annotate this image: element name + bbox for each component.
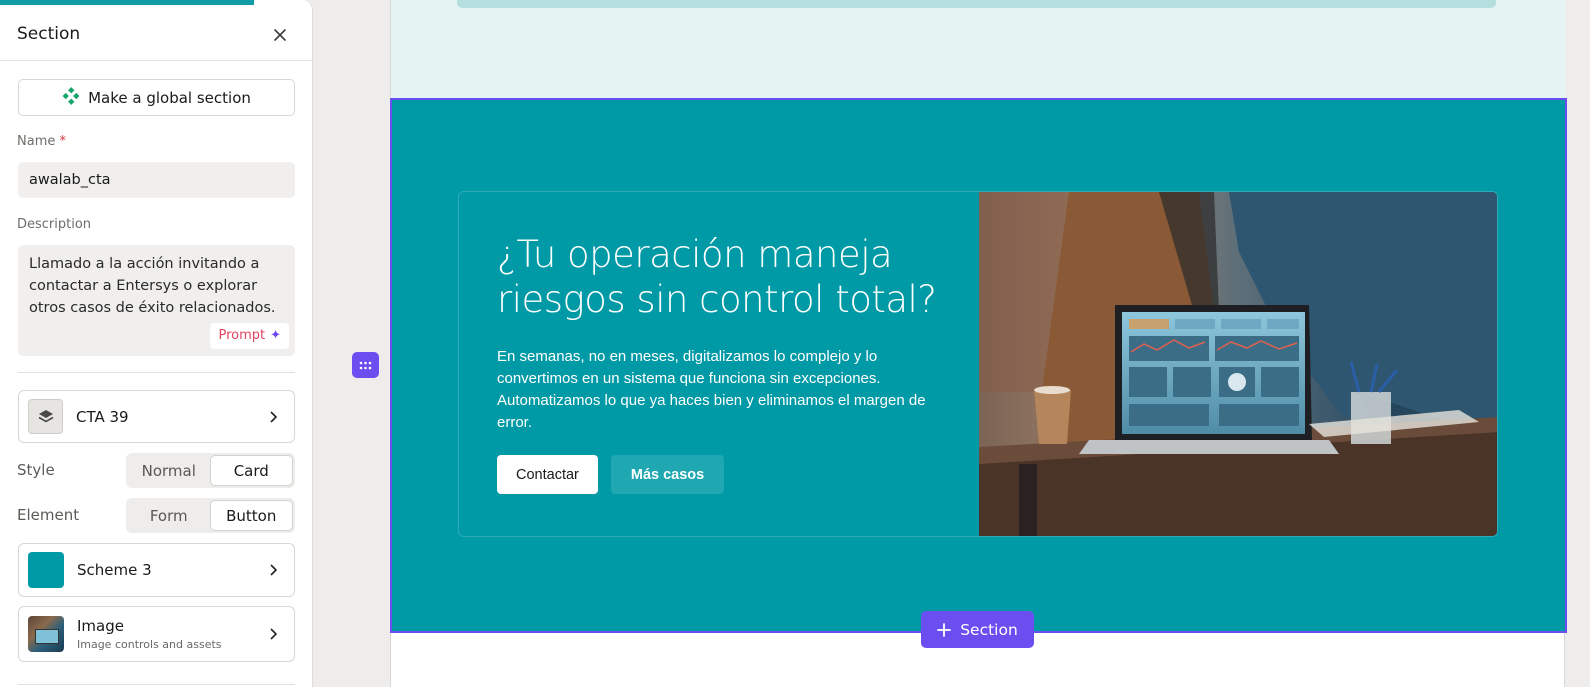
color-scheme-selector[interactable]: Scheme 3: [18, 543, 295, 597]
chevron-right-icon: [270, 628, 278, 640]
description-text: Llamado a la acción invitando a contacta…: [29, 256, 276, 316]
name-label-text: Name: [17, 134, 56, 149]
chevron-right-icon: [270, 564, 278, 576]
element-option-form[interactable]: Form: [128, 500, 210, 531]
template-selector[interactable]: CTA 39: [18, 390, 295, 443]
layers-icon: [28, 399, 63, 434]
scheme-color-swatch: [28, 552, 64, 588]
cta-image: [979, 192, 1497, 536]
cta-heading: ¿Tu operación maneja riesgos sin control…: [497, 232, 957, 322]
page-canvas: ¿Tu operación maneja riesgos sin control…: [390, 0, 1567, 687]
plus-icon: [937, 622, 952, 637]
image-row-text: Image Image controls and assets: [77, 617, 222, 651]
panel-title: Section: [17, 24, 81, 44]
section-settings-panel: Section Make a global section Name * awa…: [0, 0, 313, 687]
add-section-button[interactable]: Section: [921, 611, 1034, 648]
style-label: Style: [17, 461, 55, 479]
previous-section-block: [457, 0, 1496, 8]
image-thumbnail: [28, 616, 64, 652]
drag-handle-icon[interactable]: [352, 352, 379, 378]
cta-text-block: ¿Tu operación maneja riesgos sin control…: [497, 232, 957, 434]
scheme-name: Scheme 3: [77, 561, 152, 579]
cta-card: ¿Tu operación maneja riesgos sin control…: [458, 191, 1498, 537]
make-global-section-button[interactable]: Make a global section: [18, 79, 295, 116]
close-icon[interactable]: [270, 25, 290, 45]
name-field-label: Name *: [17, 134, 66, 149]
prompt-button[interactable]: Prompt ✦: [210, 323, 289, 349]
panel-divider-bottom: [18, 684, 295, 685]
cta-heading-line-1: ¿Tu operación maneja: [497, 233, 893, 276]
image-sublabel: Image controls and assets: [77, 638, 222, 651]
mas-casos-button[interactable]: Más casos: [610, 455, 725, 494]
office-laptop-photo: [979, 192, 1497, 536]
panel-divider: [18, 372, 295, 373]
cta-body-text: En semanas, no en meses, digitalizamos l…: [497, 348, 926, 431]
selected-cta-section[interactable]: ¿Tu operación maneja riesgos sin control…: [390, 98, 1567, 633]
element-label: Element: [17, 506, 80, 524]
element-toggle: Form Button: [126, 498, 295, 533]
image-settings-selector[interactable]: Image Image controls and assets: [18, 606, 295, 662]
previous-section[interactable]: [391, 0, 1566, 99]
template-name: CTA 39: [76, 407, 129, 426]
global-components-icon: [62, 86, 80, 109]
element-option-button[interactable]: Button: [209, 500, 293, 531]
description-textarea[interactable]: Llamado a la acción invitando a contacta…: [18, 245, 295, 356]
cta-button-row: Contactar Más casos: [497, 455, 725, 494]
add-section-label: Section: [960, 620, 1018, 639]
image-label: Image: [77, 617, 124, 635]
make-global-section-label: Make a global section: [88, 88, 251, 107]
chevron-right-icon: [270, 410, 278, 423]
style-toggle: Normal Card: [126, 453, 295, 488]
name-input[interactable]: awalab_cta: [18, 162, 295, 198]
cta-heading-line-2: riesgos sin control total?: [497, 278, 937, 321]
contactar-button[interactable]: Contactar: [497, 455, 598, 494]
style-option-card[interactable]: Card: [209, 455, 293, 486]
sparkle-icon: ✦: [270, 328, 281, 343]
panel-header: Section: [0, 5, 312, 61]
description-field-label: Description: [17, 217, 92, 232]
required-mark: *: [59, 134, 67, 149]
prompt-label: Prompt: [218, 328, 266, 343]
style-option-normal[interactable]: Normal: [128, 455, 210, 486]
